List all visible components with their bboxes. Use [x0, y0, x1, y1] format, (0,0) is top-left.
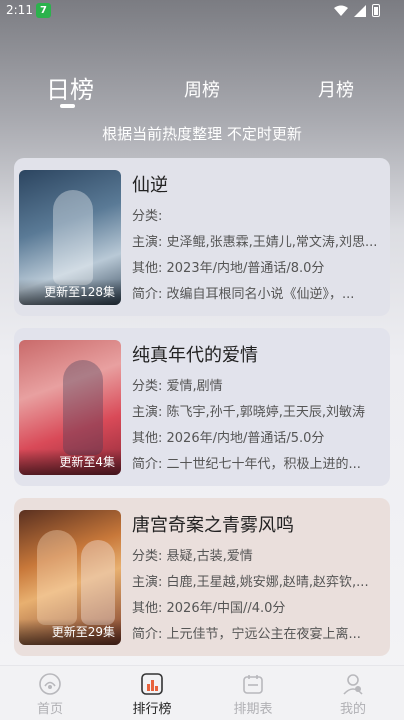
nav-label: 排行榜 [132, 702, 172, 717]
nav-item-schedule[interactable]: 排期表 [218, 672, 288, 717]
drama-cast: 主演: 陈飞宇,孙千,郭晓婷,王天辰,刘敏涛 [132, 405, 366, 420]
nav-label: 首页 [36, 702, 63, 717]
drama-genre: 分类: [132, 209, 163, 224]
poster-figure [81, 540, 115, 625]
status-icons [334, 4, 380, 17]
status-bar: 2:11 7 [0, 0, 404, 24]
signal-icon [354, 4, 366, 17]
nav-item-profile[interactable]: 我的 [318, 672, 388, 717]
drama-poster: 更新至29集 [19, 510, 121, 645]
drama-intro: 简介: 改编自耳根同名小说《仙逆》，... [132, 287, 355, 302]
drama-title: 唐宫奇案之青雾风鸣 [132, 515, 294, 536]
episode-status: 更新至29集 [51, 625, 115, 639]
drama-title: 纯真年代的爱情 [132, 345, 258, 366]
tab-weekly[interactable]: 周榜 [184, 76, 220, 102]
tab-daily[interactable]: 日榜 [46, 70, 94, 105]
drama-poster: 更新至128集 [19, 170, 121, 305]
poster-figure [53, 190, 93, 285]
drama-other: 其他: 2026年/中国//4.0分 [132, 601, 286, 616]
app-notification-icon: 7 [36, 3, 51, 18]
ranking-subtitle: 根据当前热度整理 不定时更新 [102, 125, 302, 143]
episode-status: 更新至4集 [59, 455, 115, 469]
drama-genre: 分类: 爱情,剧情 [132, 379, 223, 394]
poster-figure [37, 530, 77, 625]
drama-cast: 主演: 白鹿,王星越,姚安娜,赵晴,赵弈钦,... [132, 575, 369, 590]
battery-icon [372, 4, 380, 17]
calendar-icon [243, 675, 263, 694]
profile-icon [343, 674, 363, 695]
drama-intro: 简介: 上元佳节，宁远公主在夜宴上离... [132, 627, 361, 642]
drama-card[interactable]: 更新至4集 纯真年代的爱情 分类: 爱情,剧情 主演: 陈飞宇,孙千,郭晓婷,王… [14, 328, 390, 486]
bottom-nav: 首页 排行榜 排期表 我的 [0, 665, 404, 720]
tab-monthly[interactable]: 月榜 [318, 76, 354, 102]
drama-other: 其他: 2023年/内地/普通话/8.0分 [132, 261, 325, 276]
nav-item-ranking[interactable]: 排行榜 [117, 672, 187, 717]
nav-item-home[interactable]: 首页 [15, 672, 85, 717]
drama-card[interactable]: 更新至128集 仙逆 分类: 主演: 史泽鲲,张惠霖,王婧儿,常文涛,刘思...… [14, 158, 390, 316]
tab-active-indicator [60, 104, 75, 108]
drama-intro: 简介: 二十世纪七十年代，积极上进的... [132, 457, 361, 472]
episode-status: 更新至128集 [44, 285, 115, 299]
drama-title: 仙逆 [132, 175, 168, 196]
status-time: 2:11 [6, 3, 33, 17]
ranking-tabs: 日榜 周榜 月榜 [0, 70, 404, 118]
poster-figure [63, 360, 103, 455]
drama-card[interactable]: 更新至29集 唐宫奇案之青雾风鸣 分类: 悬疑,古装,爱情 主演: 白鹿,王星越… [14, 498, 390, 656]
nav-label: 我的 [339, 702, 366, 717]
ranking-icon [141, 673, 163, 695]
drama-other: 其他: 2026年/内地/普通话/5.0分 [132, 431, 325, 446]
home-icon [39, 673, 61, 695]
drama-cast: 主演: 史泽鲲,张惠霖,王婧儿,常文涛,刘思... [132, 235, 378, 250]
drama-genre: 分类: 悬疑,古装,爱情 [132, 549, 253, 564]
wifi-icon [334, 5, 348, 16]
nav-label: 排期表 [233, 702, 273, 717]
drama-poster: 更新至4集 [19, 340, 121, 475]
